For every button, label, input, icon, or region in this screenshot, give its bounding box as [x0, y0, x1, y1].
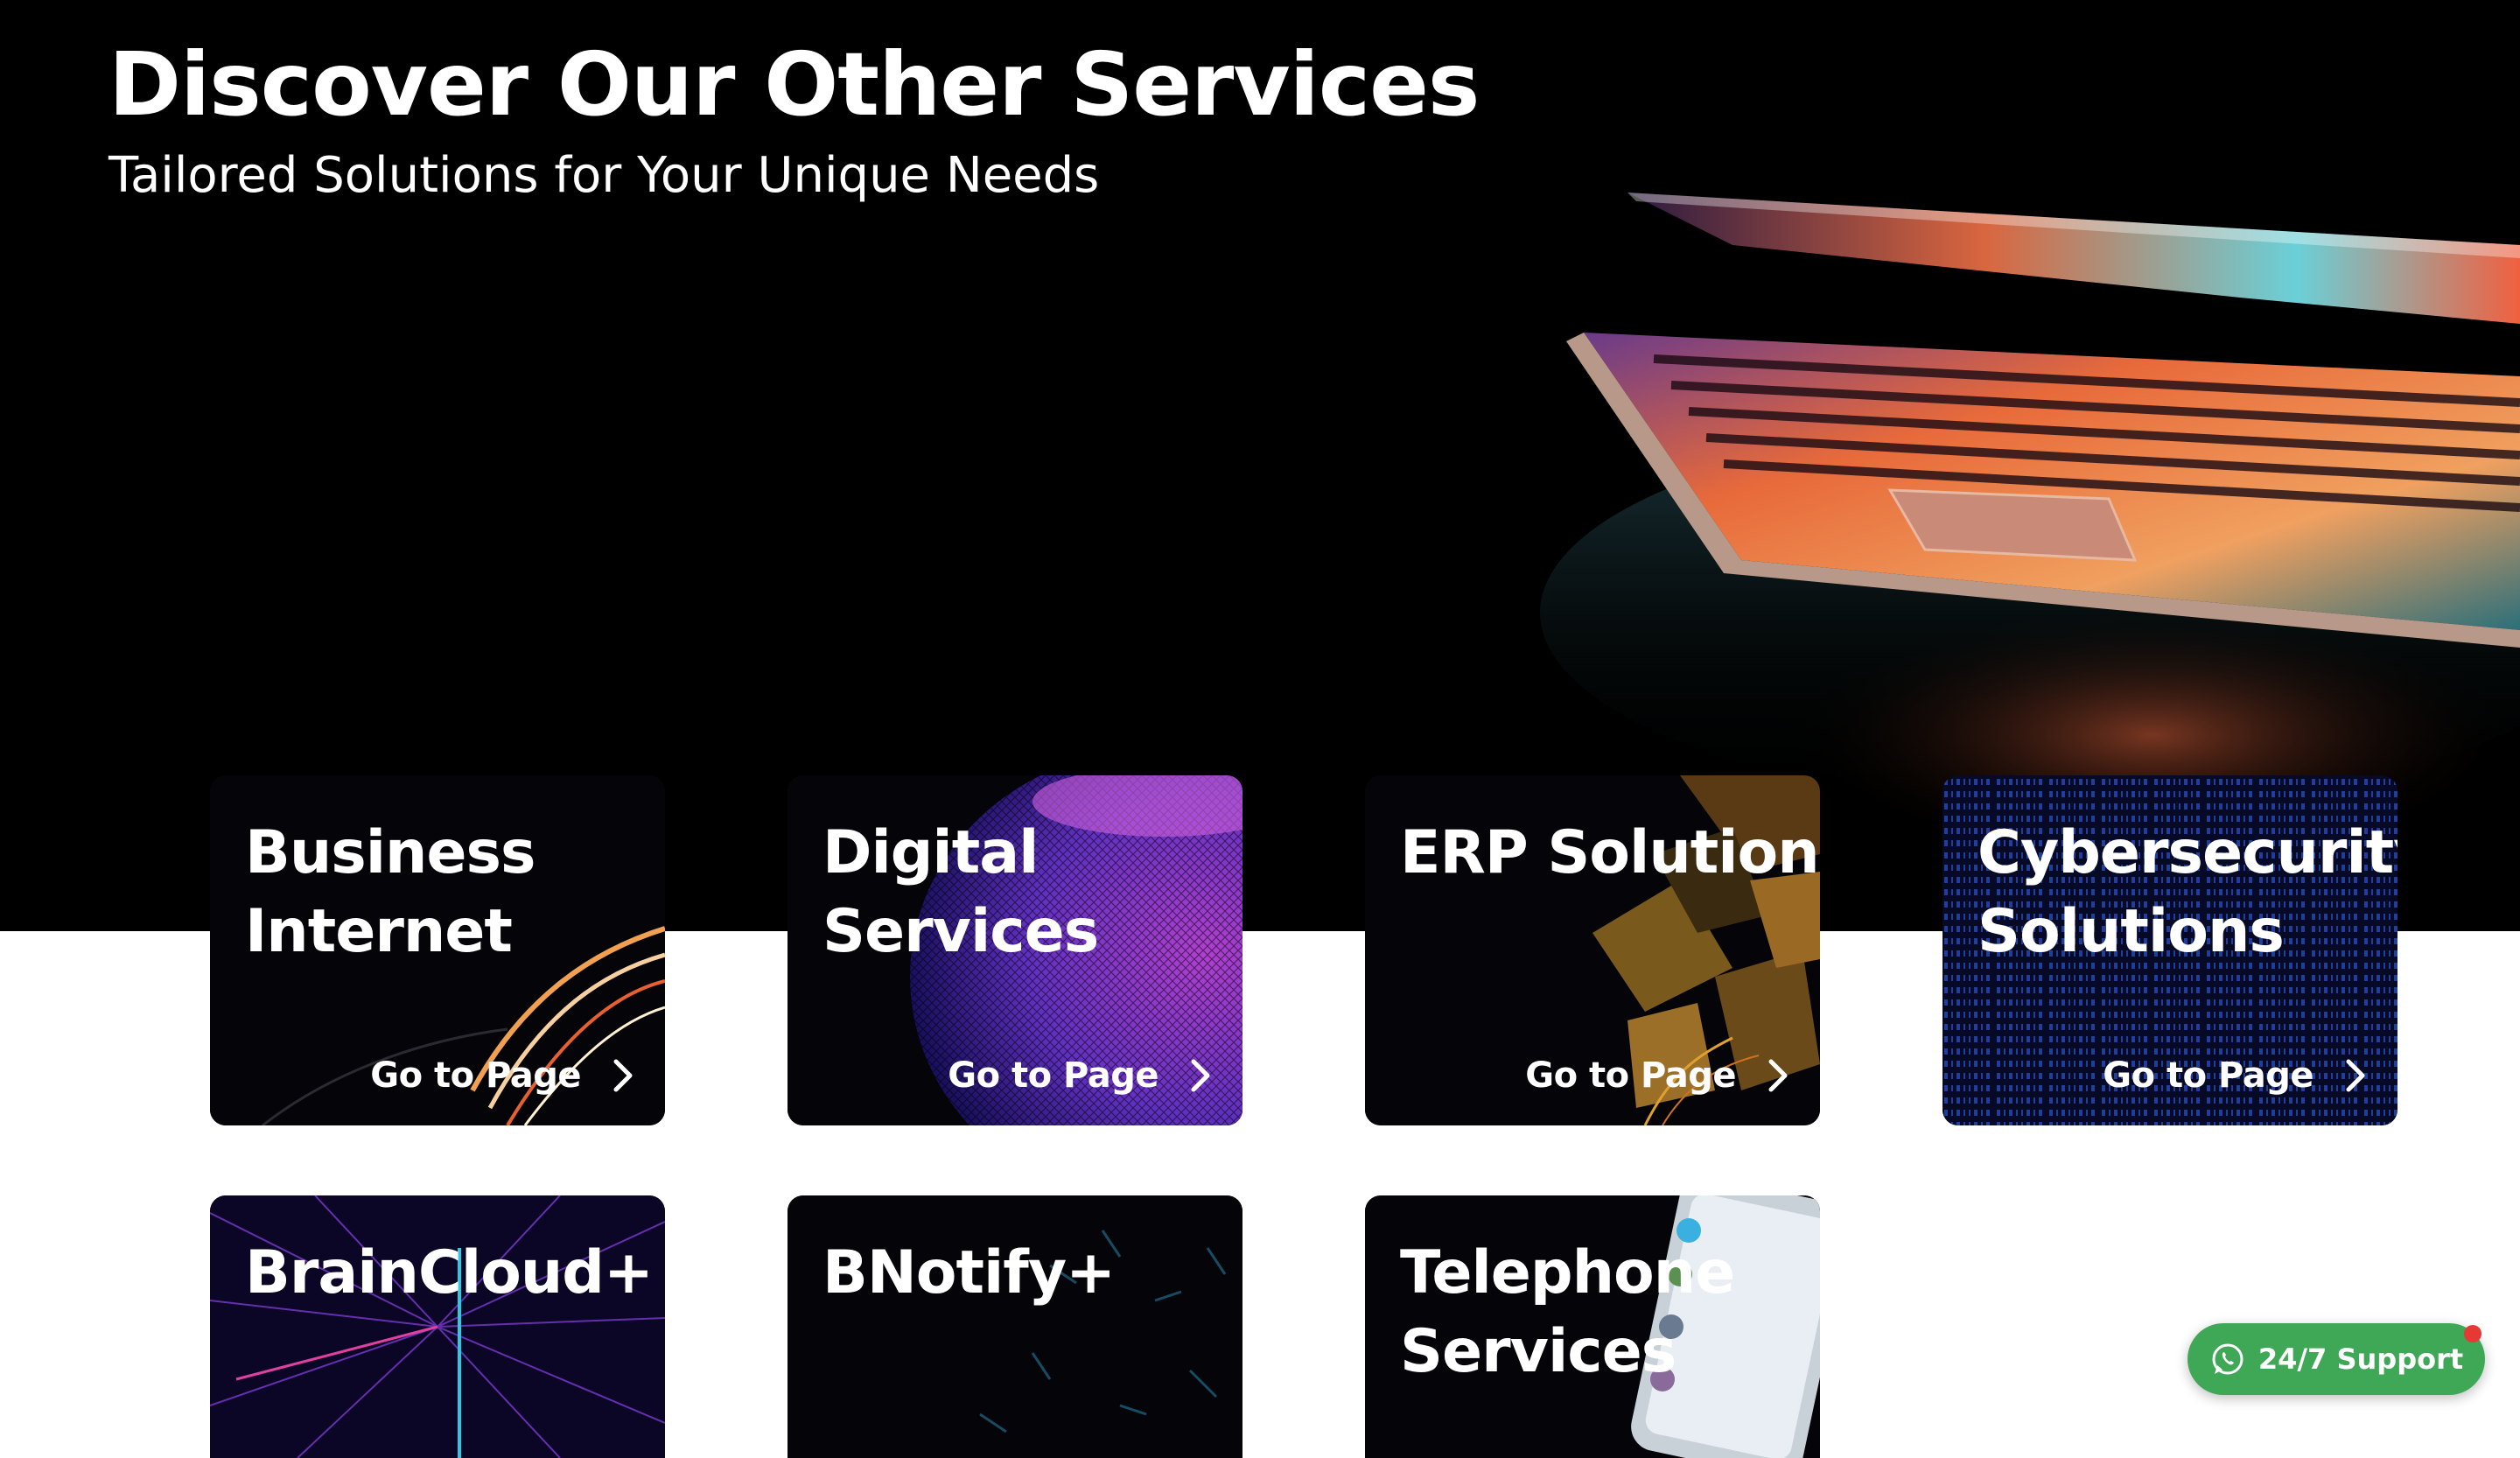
card-bnotify[interactable]: BNotify+: [788, 1195, 1242, 1458]
card-digital-services[interactable]: Digital Services Go to Page: [788, 775, 1242, 1125]
card-title: Business Internet: [245, 818, 536, 966]
card-business-internet[interactable]: Business Internet Go to Page: [210, 775, 665, 1125]
page-title: Discover Our Other Services: [108, 33, 1480, 136]
card-title: Telephone Services: [1400, 1238, 1735, 1386]
chevron-right-icon: [1191, 1059, 1210, 1092]
card-erp-solutions[interactable]: ERP Solutions Go to Page: [1365, 775, 1820, 1125]
support-button[interactable]: 24/7 Support: [2188, 1323, 2485, 1395]
notification-dot: [2464, 1325, 2482, 1342]
card-title: Digital Services: [822, 818, 1099, 966]
card-cybersecurity-solutions[interactable]: Cybersecurity Solutions Go to Page: [1942, 775, 2398, 1125]
go-to-page-link[interactable]: Go to Page: [370, 1055, 634, 1096]
whatsapp-icon: [2212, 1343, 2244, 1375]
chevron-right-icon: [1768, 1059, 1788, 1092]
card-title: BrainCloud+: [245, 1238, 654, 1307]
chevron-right-icon: [2346, 1059, 2365, 1092]
chevron-right-icon: [613, 1059, 633, 1092]
page-subtitle: Tailored Solutions for Your Unique Needs: [108, 147, 1100, 204]
go-to-page-link[interactable]: Go to Page: [2103, 1055, 2366, 1096]
card-braincloud[interactable]: BrainCloud+: [210, 1195, 665, 1458]
card-title: ERP Solutions: [1400, 818, 1820, 887]
card-title: Cybersecurity Solutions: [1978, 818, 2398, 966]
go-to-page-link[interactable]: Go to Page: [1525, 1055, 1788, 1096]
card-title: BNotify+: [822, 1238, 1116, 1307]
card-telephone-services[interactable]: Telephone Services: [1365, 1195, 1820, 1458]
go-to-page-link[interactable]: Go to Page: [948, 1055, 1211, 1096]
support-label: 24/7 Support: [2258, 1342, 2464, 1376]
